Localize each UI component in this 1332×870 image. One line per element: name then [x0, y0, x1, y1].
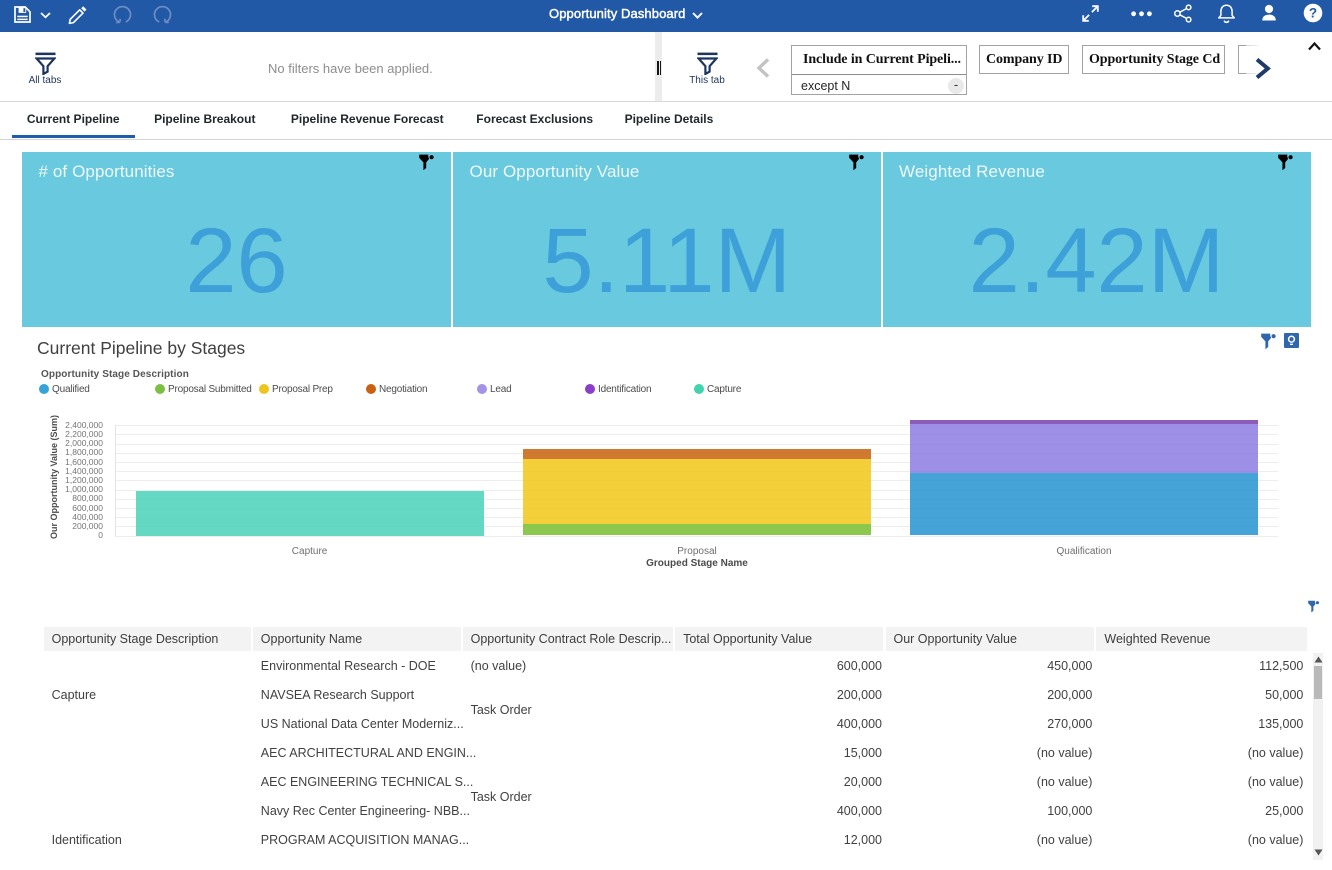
- svg-text:?: ?: [1309, 6, 1317, 21]
